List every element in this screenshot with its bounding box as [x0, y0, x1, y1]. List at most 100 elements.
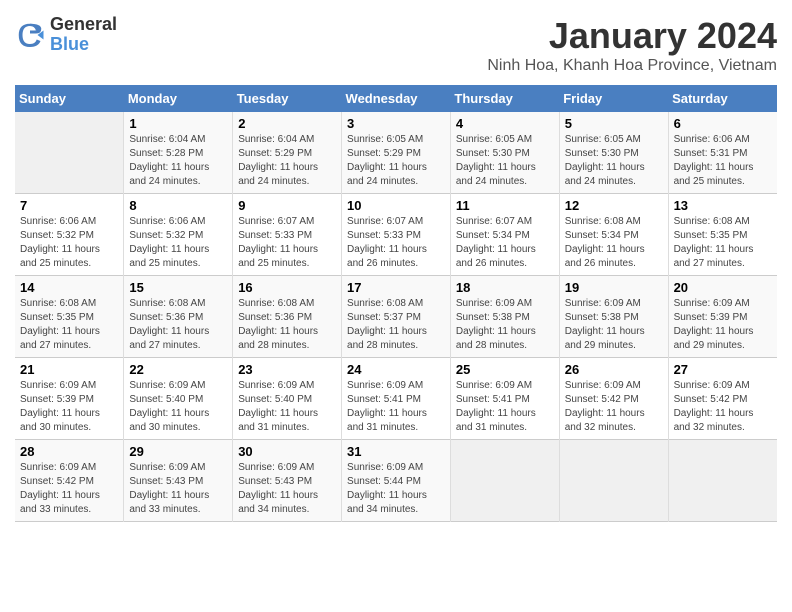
- day-number: 18: [456, 280, 554, 295]
- day-info: Sunrise: 6:09 AM Sunset: 5:38 PM Dayligh…: [456, 297, 554, 353]
- calendar-cell: 28 Sunrise: 6:09 AM Sunset: 5:42 PM Dayli…: [15, 440, 124, 522]
- day-info: Sunrise: 6:09 AM Sunset: 5:42 PM Dayligh…: [674, 379, 772, 435]
- day-info: Sunrise: 6:04 AM Sunset: 5:28 PM Dayligh…: [129, 133, 227, 189]
- day-info: Sunrise: 6:06 AM Sunset: 5:32 PM Dayligh…: [129, 215, 227, 271]
- calendar-cell: 12 Sunrise: 6:08 AM Sunset: 5:34 PM Dayli…: [559, 194, 668, 276]
- title-area: January 2024 Ninh Hoa, Khanh Hoa Provinc…: [487, 15, 777, 75]
- calendar-cell: 10 Sunrise: 6:07 AM Sunset: 5:33 PM Dayli…: [342, 194, 451, 276]
- calendar-cell: 7 Sunrise: 6:06 AM Sunset: 5:32 PM Daylig…: [15, 194, 124, 276]
- header-saturday: Saturday: [668, 85, 777, 112]
- day-number: 3: [347, 116, 445, 131]
- logo: General Blue: [15, 15, 117, 55]
- day-info: Sunrise: 6:09 AM Sunset: 5:41 PM Dayligh…: [456, 379, 554, 435]
- calendar-cell: 20 Sunrise: 6:09 AM Sunset: 5:39 PM Dayli…: [668, 276, 777, 358]
- calendar-cell: 21 Sunrise: 6:09 AM Sunset: 5:39 PM Dayli…: [15, 358, 124, 440]
- day-info: Sunrise: 6:09 AM Sunset: 5:38 PM Dayligh…: [565, 297, 663, 353]
- day-number: 15: [129, 280, 227, 295]
- day-info: Sunrise: 6:08 AM Sunset: 5:37 PM Dayligh…: [347, 297, 445, 353]
- day-number: 17: [347, 280, 445, 295]
- header-sunday: Sunday: [15, 85, 124, 112]
- day-info: Sunrise: 6:09 AM Sunset: 5:41 PM Dayligh…: [347, 379, 445, 435]
- day-number: 12: [565, 198, 663, 213]
- calendar-cell: 18 Sunrise: 6:09 AM Sunset: 5:38 PM Dayli…: [450, 276, 559, 358]
- day-info: Sunrise: 6:08 AM Sunset: 5:36 PM Dayligh…: [129, 297, 227, 353]
- page-header: General Blue January 2024 Ninh Hoa, Khan…: [15, 15, 777, 75]
- calendar-cell: 5 Sunrise: 6:05 AM Sunset: 5:30 PM Daylig…: [559, 112, 668, 194]
- calendar-table: SundayMondayTuesdayWednesdayThursdayFrid…: [15, 85, 777, 522]
- calendar-cell: 22 Sunrise: 6:09 AM Sunset: 5:40 PM Dayli…: [124, 358, 233, 440]
- day-number: 26: [565, 362, 663, 377]
- day-number: 22: [129, 362, 227, 377]
- day-number: 5: [565, 116, 663, 131]
- calendar-week-row: 28 Sunrise: 6:09 AM Sunset: 5:42 PM Dayli…: [15, 440, 777, 522]
- day-info: Sunrise: 6:09 AM Sunset: 5:43 PM Dayligh…: [238, 461, 336, 517]
- day-number: 10: [347, 198, 445, 213]
- calendar-cell: 27 Sunrise: 6:09 AM Sunset: 5:42 PM Dayli…: [668, 358, 777, 440]
- calendar-cell: 26 Sunrise: 6:09 AM Sunset: 5:42 PM Dayli…: [559, 358, 668, 440]
- calendar-cell: 31 Sunrise: 6:09 AM Sunset: 5:44 PM Dayli…: [342, 440, 451, 522]
- day-info: Sunrise: 6:09 AM Sunset: 5:39 PM Dayligh…: [20, 379, 118, 435]
- calendar-cell: 15 Sunrise: 6:08 AM Sunset: 5:36 PM Dayli…: [124, 276, 233, 358]
- day-info: Sunrise: 6:09 AM Sunset: 5:39 PM Dayligh…: [674, 297, 772, 353]
- day-info: Sunrise: 6:04 AM Sunset: 5:29 PM Dayligh…: [238, 133, 336, 189]
- calendar-cell: 23Sunrise: 6:09 AM Sunset: 5:40 PM Dayli…: [233, 358, 342, 440]
- calendar-cell: 13 Sunrise: 6:08 AM Sunset: 5:35 PM Dayli…: [668, 194, 777, 276]
- day-info: Sunrise: 6:08 AM Sunset: 5:35 PM Dayligh…: [674, 215, 772, 271]
- day-number: 20: [674, 280, 772, 295]
- calendar-cell: 14 Sunrise: 6:08 AM Sunset: 5:35 PM Dayli…: [15, 276, 124, 358]
- calendar-cell: 24 Sunrise: 6:09 AM Sunset: 5:41 PM Dayli…: [342, 358, 451, 440]
- day-number: 4: [456, 116, 554, 131]
- day-info: Sunrise: 6:08 AM Sunset: 5:36 PM Dayligh…: [238, 297, 336, 353]
- calendar-cell: 9 Sunrise: 6:07 AM Sunset: 5:33 PM Daylig…: [233, 194, 342, 276]
- header-tuesday: Tuesday: [233, 85, 342, 112]
- day-info: Sunrise: 6:08 AM Sunset: 5:34 PM Dayligh…: [565, 215, 663, 271]
- day-info: Sunrise: 6:07 AM Sunset: 5:33 PM Dayligh…: [347, 215, 445, 271]
- logo-icon: [15, 20, 45, 50]
- day-number: 9: [238, 198, 336, 213]
- logo-line1: General: [50, 15, 117, 35]
- calendar-cell: 4Sunrise: 6:05 AM Sunset: 5:30 PM Daylig…: [450, 112, 559, 194]
- calendar-week-row: 1 Sunrise: 6:04 AM Sunset: 5:28 PM Daylig…: [15, 112, 777, 194]
- day-info: Sunrise: 6:07 AM Sunset: 5:34 PM Dayligh…: [456, 215, 554, 271]
- day-info: Sunrise: 6:09 AM Sunset: 5:40 PM Dayligh…: [238, 379, 336, 435]
- day-number: 14: [20, 280, 118, 295]
- day-number: 1: [129, 116, 227, 131]
- day-number: 30: [238, 444, 336, 459]
- day-number: 6: [674, 116, 772, 131]
- day-info: Sunrise: 6:09 AM Sunset: 5:44 PM Dayligh…: [347, 461, 445, 517]
- day-number: 2: [238, 116, 336, 131]
- day-info: Sunrise: 6:06 AM Sunset: 5:31 PM Dayligh…: [674, 133, 772, 189]
- calendar-cell: 16Sunrise: 6:08 AM Sunset: 5:36 PM Dayli…: [233, 276, 342, 358]
- day-number: 29: [129, 444, 227, 459]
- calendar-cell: [559, 440, 668, 522]
- day-number: 21: [20, 362, 118, 377]
- calendar-cell: [15, 112, 124, 194]
- day-number: 13: [674, 198, 772, 213]
- day-info: Sunrise: 6:05 AM Sunset: 5:29 PM Dayligh…: [347, 133, 445, 189]
- day-number: 27: [674, 362, 772, 377]
- day-info: Sunrise: 6:07 AM Sunset: 5:33 PM Dayligh…: [238, 215, 336, 271]
- calendar-week-row: 7 Sunrise: 6:06 AM Sunset: 5:32 PM Daylig…: [15, 194, 777, 276]
- calendar-header-row: SundayMondayTuesdayWednesdayThursdayFrid…: [15, 85, 777, 112]
- day-number: 7: [20, 198, 118, 213]
- day-number: 11: [456, 198, 554, 213]
- day-info: Sunrise: 6:06 AM Sunset: 5:32 PM Dayligh…: [20, 215, 118, 271]
- day-info: Sunrise: 6:05 AM Sunset: 5:30 PM Dayligh…: [565, 133, 663, 189]
- header-thursday: Thursday: [450, 85, 559, 112]
- day-info: Sunrise: 6:09 AM Sunset: 5:42 PM Dayligh…: [565, 379, 663, 435]
- calendar-cell: 19 Sunrise: 6:09 AM Sunset: 5:38 PM Dayli…: [559, 276, 668, 358]
- header-friday: Friday: [559, 85, 668, 112]
- header-monday: Monday: [124, 85, 233, 112]
- day-info: Sunrise: 6:09 AM Sunset: 5:42 PM Dayligh…: [20, 461, 118, 517]
- calendar-cell: 29Sunrise: 6:09 AM Sunset: 5:43 PM Dayli…: [124, 440, 233, 522]
- calendar-cell: 2 Sunrise: 6:04 AM Sunset: 5:29 PM Daylig…: [233, 112, 342, 194]
- day-number: 24: [347, 362, 445, 377]
- day-info: Sunrise: 6:08 AM Sunset: 5:35 PM Dayligh…: [20, 297, 118, 353]
- calendar-cell: 25Sunrise: 6:09 AM Sunset: 5:41 PM Dayli…: [450, 358, 559, 440]
- day-number: 31: [347, 444, 445, 459]
- day-info: Sunrise: 6:09 AM Sunset: 5:40 PM Dayligh…: [129, 379, 227, 435]
- calendar-cell: 3 Sunrise: 6:05 AM Sunset: 5:29 PM Daylig…: [342, 112, 451, 194]
- day-number: 19: [565, 280, 663, 295]
- day-number: 28: [20, 444, 118, 459]
- location-subtitle: Ninh Hoa, Khanh Hoa Province, Vietnam: [487, 57, 777, 75]
